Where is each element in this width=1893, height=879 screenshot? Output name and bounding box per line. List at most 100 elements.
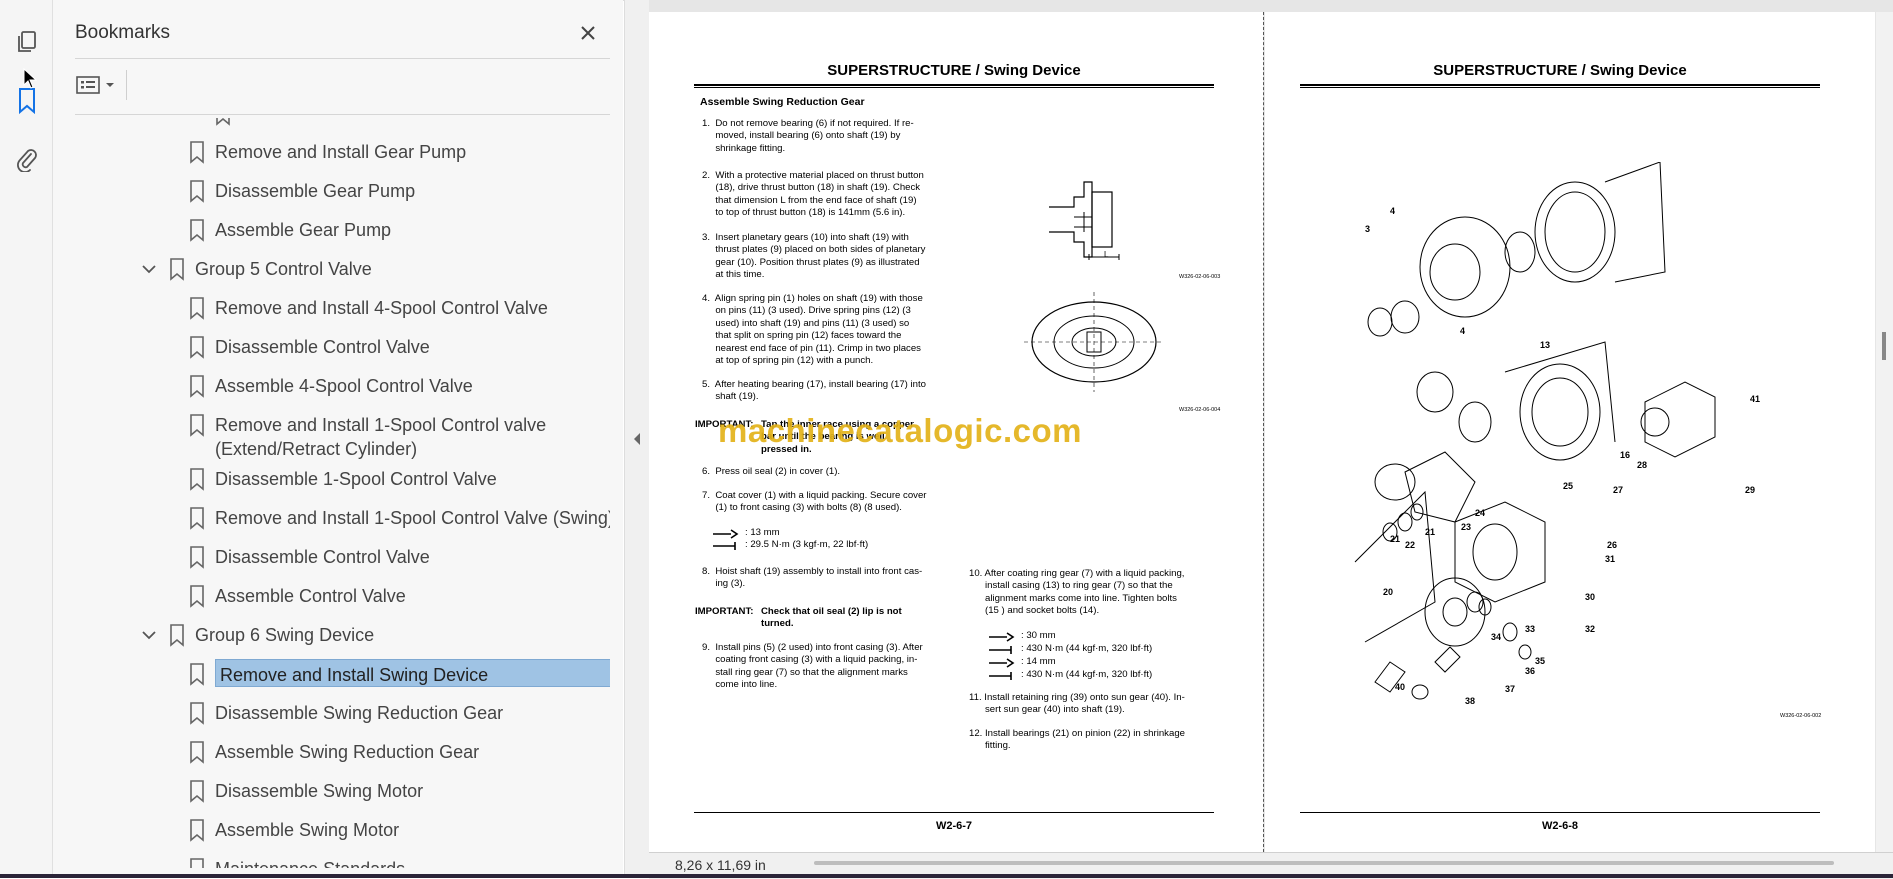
bookmark-item[interactable]: Disassemble 1-Spool Control Valve	[75, 464, 610, 494]
step-5: 5. After heating bearing (17), install b…	[702, 379, 926, 403]
svg-text:41: 41	[1750, 394, 1760, 404]
list-options-icon	[76, 76, 100, 94]
bookmark-group-item[interactable]: Group 6 Swing Device	[75, 620, 610, 650]
figure-code: W326-02-06-004	[1179, 407, 1221, 413]
bookmark-icon	[19, 88, 35, 115]
bookmark-item[interactable]: Assemble 4-Spool Control Valve	[75, 371, 610, 401]
svg-text:23: 23	[1461, 522, 1471, 532]
chevron-down-icon[interactable]	[140, 626, 158, 644]
svg-text:3: 3	[1365, 224, 1370, 234]
svg-text:24: 24	[1475, 508, 1485, 518]
spec-torque: : 430 N·m (44 kgf·m, 320 lbf·ft)	[1021, 669, 1153, 680]
svg-text:30: 30	[1585, 592, 1595, 602]
document-scrollbar-thumb[interactable]	[1882, 332, 1886, 360]
bookmark-item[interactable]: Disassemble Control Valve	[75, 542, 610, 572]
svg-text:36: 36	[1525, 666, 1535, 676]
bookmark-label-continued: (Extend/Retract Cylinder)	[215, 439, 418, 459]
panel-title: Bookmarks	[75, 22, 171, 43]
step-7: 7. Coat cover (1) with a liquid packing.…	[702, 490, 927, 514]
bookmark-icon	[190, 858, 204, 868]
bookmark-item[interactable]: Remove and Install 4-Spool Control Valve	[75, 293, 610, 323]
step-11: 11. Install retaining ring (39) onto sun…	[969, 692, 1185, 716]
bookmark-item[interactable]: Disassemble Swing Motor	[75, 776, 610, 806]
svg-text:13: 13	[1540, 340, 1550, 350]
bookmark-label: Disassemble Swing Motor	[215, 781, 424, 801]
attachments-button[interactable]	[12, 144, 42, 174]
torque-wrench-icon	[713, 542, 736, 550]
svg-text:35: 35	[1535, 656, 1545, 666]
bookmark-label: Maintenance Standards	[215, 858, 405, 868]
bookmarks-panel: Bookmarks Remove and Install Gear Pump D…	[53, 0, 663, 878]
bookmark-icon	[190, 702, 204, 725]
svg-text:38: 38	[1465, 696, 1475, 706]
bookmark-options-button[interactable]	[75, 70, 123, 100]
page-number: W2-6-8	[1541, 820, 1579, 832]
bookmark-item[interactable]: Assemble Gear Pump	[75, 215, 610, 245]
bookmark-item[interactable]: Remove and Install 1-Spool Control Valve…	[75, 503, 610, 533]
bookmark-item[interactable]: Disassemble Control Valve	[75, 332, 610, 362]
bookmark-label: Disassemble Swing Reduction Gear	[215, 703, 504, 723]
exploded-view-figure: 344 134116 2825 27 292423 212221 263120 3…	[1354, 162, 1760, 706]
bookmark-icon	[190, 819, 204, 842]
bookmark-item[interactable]: Remove and Install Gear Pump	[75, 137, 610, 167]
bookmark-icon	[190, 141, 204, 164]
bookmark-label: Assemble Control Valve	[215, 586, 406, 606]
svg-text:22: 22	[1405, 540, 1415, 550]
bookmark-item[interactable]: Disassemble Gear Pump	[75, 176, 610, 206]
dimension-label: L	[1104, 250, 1109, 259]
bookmark-icon	[190, 780, 204, 803]
bookmark-label: Remove and Install 1-Spool Control Valve…	[215, 508, 610, 528]
figure-code: W326-02-06-003	[1179, 274, 1221, 280]
bookmark-item[interactable]: Remove and Install 1-Spool Control valve…	[75, 410, 610, 460]
bookmark-item[interactable]: Assemble Swing Motor	[75, 815, 610, 845]
horizontal-scrollbar[interactable]	[814, 861, 1834, 865]
tools-rail	[0, 0, 53, 878]
close-panel-button[interactable]	[573, 18, 603, 48]
bookmark-item-selected[interactable]: Remove and Install Swing Device	[75, 659, 610, 689]
bookmark-label: Disassemble Gear Pump	[215, 181, 416, 201]
bookmark-group-item[interactable]: Group 5 Control Valve	[75, 254, 610, 284]
bookmark-label: Disassemble Control Valve	[215, 337, 430, 357]
spec-wrench-size: : 13 mm	[745, 527, 780, 538]
step-6: 6. Press oil seal (2) in cover (1).	[702, 466, 841, 477]
svg-text:31: 31	[1605, 554, 1615, 564]
bookmark-icon	[190, 741, 204, 764]
watermark: machinecatalogic.com	[718, 412, 1082, 449]
bookmark-icon	[190, 507, 204, 530]
bookmark-item[interactable]: Assemble Swing Reduction Gear	[75, 737, 610, 767]
step-8: 8. Hoist shaft (19) assembly to install …	[702, 566, 923, 590]
bookmarks-button[interactable]	[12, 86, 42, 116]
bookmark-label: Remove and Install 1-Spool Control valve	[215, 415, 547, 435]
mouse-cursor-icon	[23, 68, 37, 89]
wrench-icon	[989, 658, 1015, 668]
important-label: IMPORTANT:	[695, 606, 754, 617]
svg-text:29: 29	[1745, 485, 1755, 495]
chevron-down-icon	[106, 83, 114, 87]
page-number: W2-6-7	[935, 820, 973, 832]
step-10: 10. After coating ring gear (7) with a l…	[969, 568, 1185, 617]
bookmark-icon	[190, 219, 204, 242]
bookmark-item[interactable]: Assemble Control Valve	[75, 581, 610, 611]
document-scrollbar[interactable]	[1876, 12, 1893, 852]
svg-text:40: 40	[1395, 682, 1405, 692]
page-divider	[1263, 12, 1264, 852]
bookmark-label: Remove and Install Swing Device	[215, 659, 610, 687]
bookmark-item[interactable]: Maintenance Standards	[75, 854, 610, 868]
chevron-down-icon[interactable]	[140, 260, 158, 278]
svg-text:4: 4	[1390, 206, 1395, 216]
bookmark-item[interactable]: Disassemble Swing Reduction Gear	[75, 698, 610, 728]
svg-text:21: 21	[1425, 527, 1435, 537]
bookmark-icon	[190, 180, 204, 203]
page-header: SUPERSTRUCTURE / Swing Device	[827, 62, 1081, 79]
bookmark-icon	[190, 336, 204, 359]
panel-collapse-handle[interactable]	[624, 0, 649, 878]
bookmark-icon	[190, 546, 204, 569]
bookmark-icon	[190, 414, 204, 437]
bookmark-icon	[190, 663, 204, 686]
figure-code: W326-02-06-002	[1780, 713, 1822, 719]
bookmark-label: Disassemble 1-Spool Control Valve	[215, 469, 497, 489]
taskbar-edge	[0, 874, 1893, 878]
torque-wrench-icon	[989, 672, 1012, 680]
pages-thumbnail-button[interactable]	[12, 28, 42, 58]
svg-text:4: 4	[1460, 326, 1465, 336]
